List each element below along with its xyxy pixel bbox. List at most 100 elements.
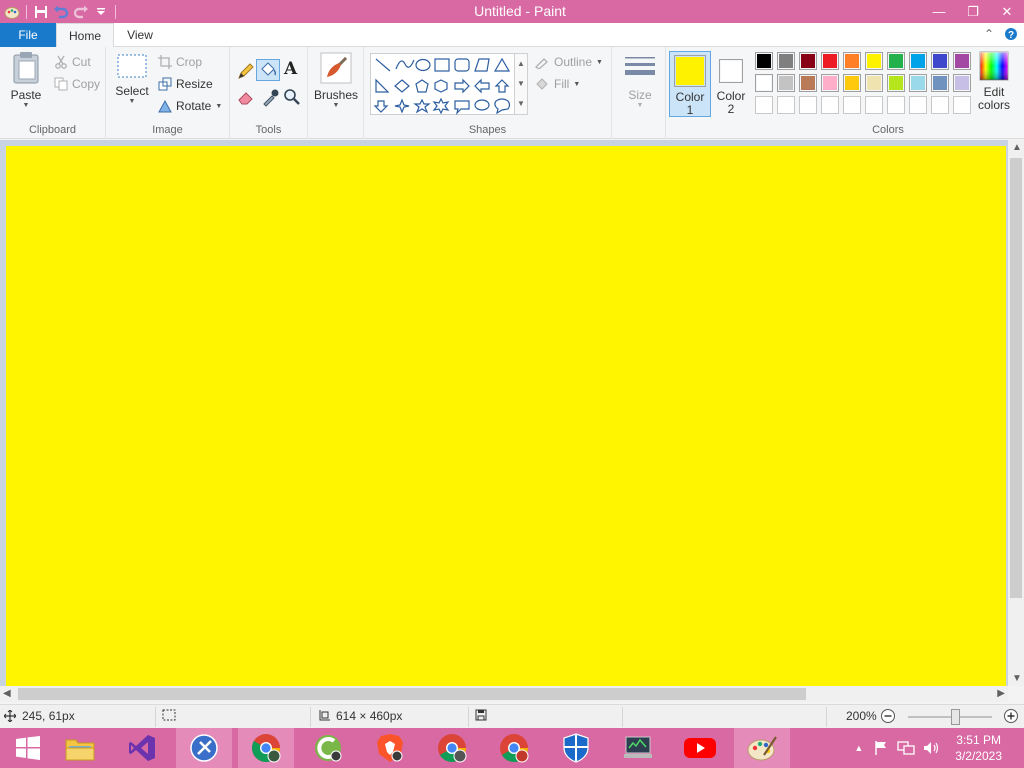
taskbar-chrome-3[interactable] [486, 728, 542, 768]
shapes-gallery[interactable] [370, 53, 520, 115]
collapse-ribbon-icon[interactable]: ⌃ [984, 27, 994, 44]
redo-icon[interactable] [71, 2, 91, 22]
scroll-up-icon[interactable]: ▲ [1012, 142, 1022, 153]
color1-button[interactable]: Color 1 [669, 51, 711, 117]
taskbar-youtube[interactable] [672, 728, 728, 768]
horizontal-scrollbar[interactable]: ◀ ▶ [0, 686, 1008, 702]
paste-button[interactable]: Paste ▼ [6, 51, 46, 109]
color-picker-icon[interactable] [260, 87, 280, 107]
taskbar-paint[interactable] [734, 728, 790, 768]
copy-button[interactable]: Copy [54, 74, 100, 94]
zoom-in-button[interactable] [1003, 708, 1019, 724]
start-button[interactable] [0, 728, 56, 768]
taskbar-tools-app[interactable] [176, 728, 232, 768]
palette-swatch[interactable] [909, 52, 927, 70]
palette-swatch[interactable] [755, 74, 773, 92]
scroll-down-icon[interactable]: ▼ [1012, 673, 1022, 684]
zoom-out-icon [881, 709, 895, 723]
save-icon[interactable] [31, 2, 51, 22]
fill-label: Fill [554, 77, 570, 91]
clipboard-group: Paste ▼ Cut Copy Clipboard [0, 47, 106, 139]
gallery-expand-icon[interactable]: ▼ [515, 94, 527, 114]
size-button[interactable]: Size ▼ [618, 51, 662, 109]
rotate-button[interactable]: Rotate ▼ [158, 96, 222, 116]
select-button[interactable]: Select ▼ [112, 51, 152, 105]
taskbar-brave[interactable] [362, 728, 418, 768]
palette-swatch[interactable] [887, 52, 905, 70]
help-icon[interactable]: ? [1004, 27, 1018, 44]
palette-swatch[interactable] [843, 74, 861, 92]
palette-swatch-fill [801, 76, 815, 90]
palette-swatch[interactable] [777, 74, 795, 92]
fill-with-color-icon[interactable] [256, 59, 280, 81]
palette-swatch[interactable] [953, 52, 971, 70]
palette-swatch[interactable] [865, 74, 883, 92]
youtube-icon [684, 738, 716, 758]
palette-swatch[interactable] [931, 74, 949, 92]
gallery-scroll-down-icon[interactable]: ▼ [515, 74, 527, 94]
palette-swatch[interactable] [909, 74, 927, 92]
shapes-gallery-scroll[interactable]: ▲ ▼ ▼ [514, 53, 528, 115]
paste-icon [13, 52, 39, 84]
palette-swatch[interactable] [799, 74, 817, 92]
eraser-icon[interactable] [236, 87, 256, 107]
outline-button[interactable]: Outline ▼ [534, 52, 603, 72]
zoom-out-button[interactable] [880, 708, 896, 724]
palette-swatch[interactable] [865, 52, 883, 70]
taskbar-monitor-app[interactable] [610, 728, 666, 768]
pencil-icon[interactable] [236, 61, 256, 81]
paint-app-icon[interactable] [2, 2, 22, 22]
color2-button[interactable]: Color 2 [713, 51, 749, 117]
palette-swatch[interactable] [777, 52, 795, 70]
horizontal-scroll-thumb[interactable] [18, 688, 806, 700]
palette-swatch[interactable] [953, 74, 971, 92]
fill-button[interactable]: Fill ▼ [534, 74, 580, 94]
tab-file[interactable]: File [0, 23, 56, 47]
vertical-scroll-thumb[interactable] [1010, 158, 1022, 598]
palette-swatch[interactable] [755, 52, 773, 70]
close-button[interactable]: ✕ [990, 0, 1024, 23]
show-hidden-icons[interactable]: ▲ [854, 743, 863, 753]
text-icon[interactable]: A [284, 59, 304, 81]
taskbar-ccleaner[interactable] [300, 728, 356, 768]
restore-button[interactable]: ❐ [956, 0, 990, 23]
edit-colors-button[interactable]: Edit colors [974, 51, 1014, 117]
taskbar-clock[interactable]: 3:51 PM 3/2/2023 [955, 732, 1002, 764]
taskbar-chrome-2[interactable] [424, 728, 480, 768]
tab-home[interactable]: Home [56, 23, 114, 48]
drawing-canvas[interactable] [6, 146, 1006, 686]
taskbar-chrome-1[interactable] [238, 728, 294, 768]
brushes-button[interactable]: Brushes ▼ [312, 51, 360, 109]
palette-swatch[interactable] [799, 52, 817, 70]
undo-icon[interactable] [51, 2, 71, 22]
zoom-slider-track[interactable] [908, 716, 992, 718]
resize-button[interactable]: Resize [158, 74, 213, 94]
cut-button[interactable]: Cut [54, 52, 91, 72]
palette-swatch[interactable] [843, 52, 861, 70]
tab-view[interactable]: View [114, 23, 166, 47]
scroll-right-icon[interactable]: ▶ [997, 688, 1005, 699]
palette-swatch[interactable] [931, 52, 949, 70]
magnifier-icon[interactable] [282, 87, 302, 107]
palette-swatch[interactable] [887, 74, 905, 92]
crop-button[interactable]: Crop [158, 52, 202, 72]
taskbar-windows-defender[interactable] [548, 728, 604, 768]
palette-swatch[interactable] [821, 74, 839, 92]
customize-qat-icon[interactable] [91, 2, 111, 22]
gallery-scroll-up-icon[interactable]: ▲ [515, 54, 527, 74]
palette-swatch[interactable] [821, 52, 839, 70]
network-icon[interactable] [897, 740, 915, 756]
vertical-scrollbar[interactable]: ▲ ▼ [1008, 140, 1024, 686]
chrome-icon [500, 734, 529, 763]
quick-access-toolbar [0, 0, 120, 23]
palette-swatch-fill [933, 54, 947, 68]
minimize-button[interactable]: — [922, 0, 956, 23]
taskbar-file-explorer[interactable] [52, 728, 108, 768]
scroll-left-icon[interactable]: ◀ [3, 688, 11, 699]
taskbar-visual-studio[interactable] [114, 728, 170, 768]
flag-icon[interactable] [873, 740, 889, 756]
volume-icon[interactable] [923, 740, 941, 756]
resize-label: Resize [176, 77, 213, 91]
file-size [475, 709, 487, 721]
zoom-slider-thumb[interactable] [951, 709, 960, 725]
